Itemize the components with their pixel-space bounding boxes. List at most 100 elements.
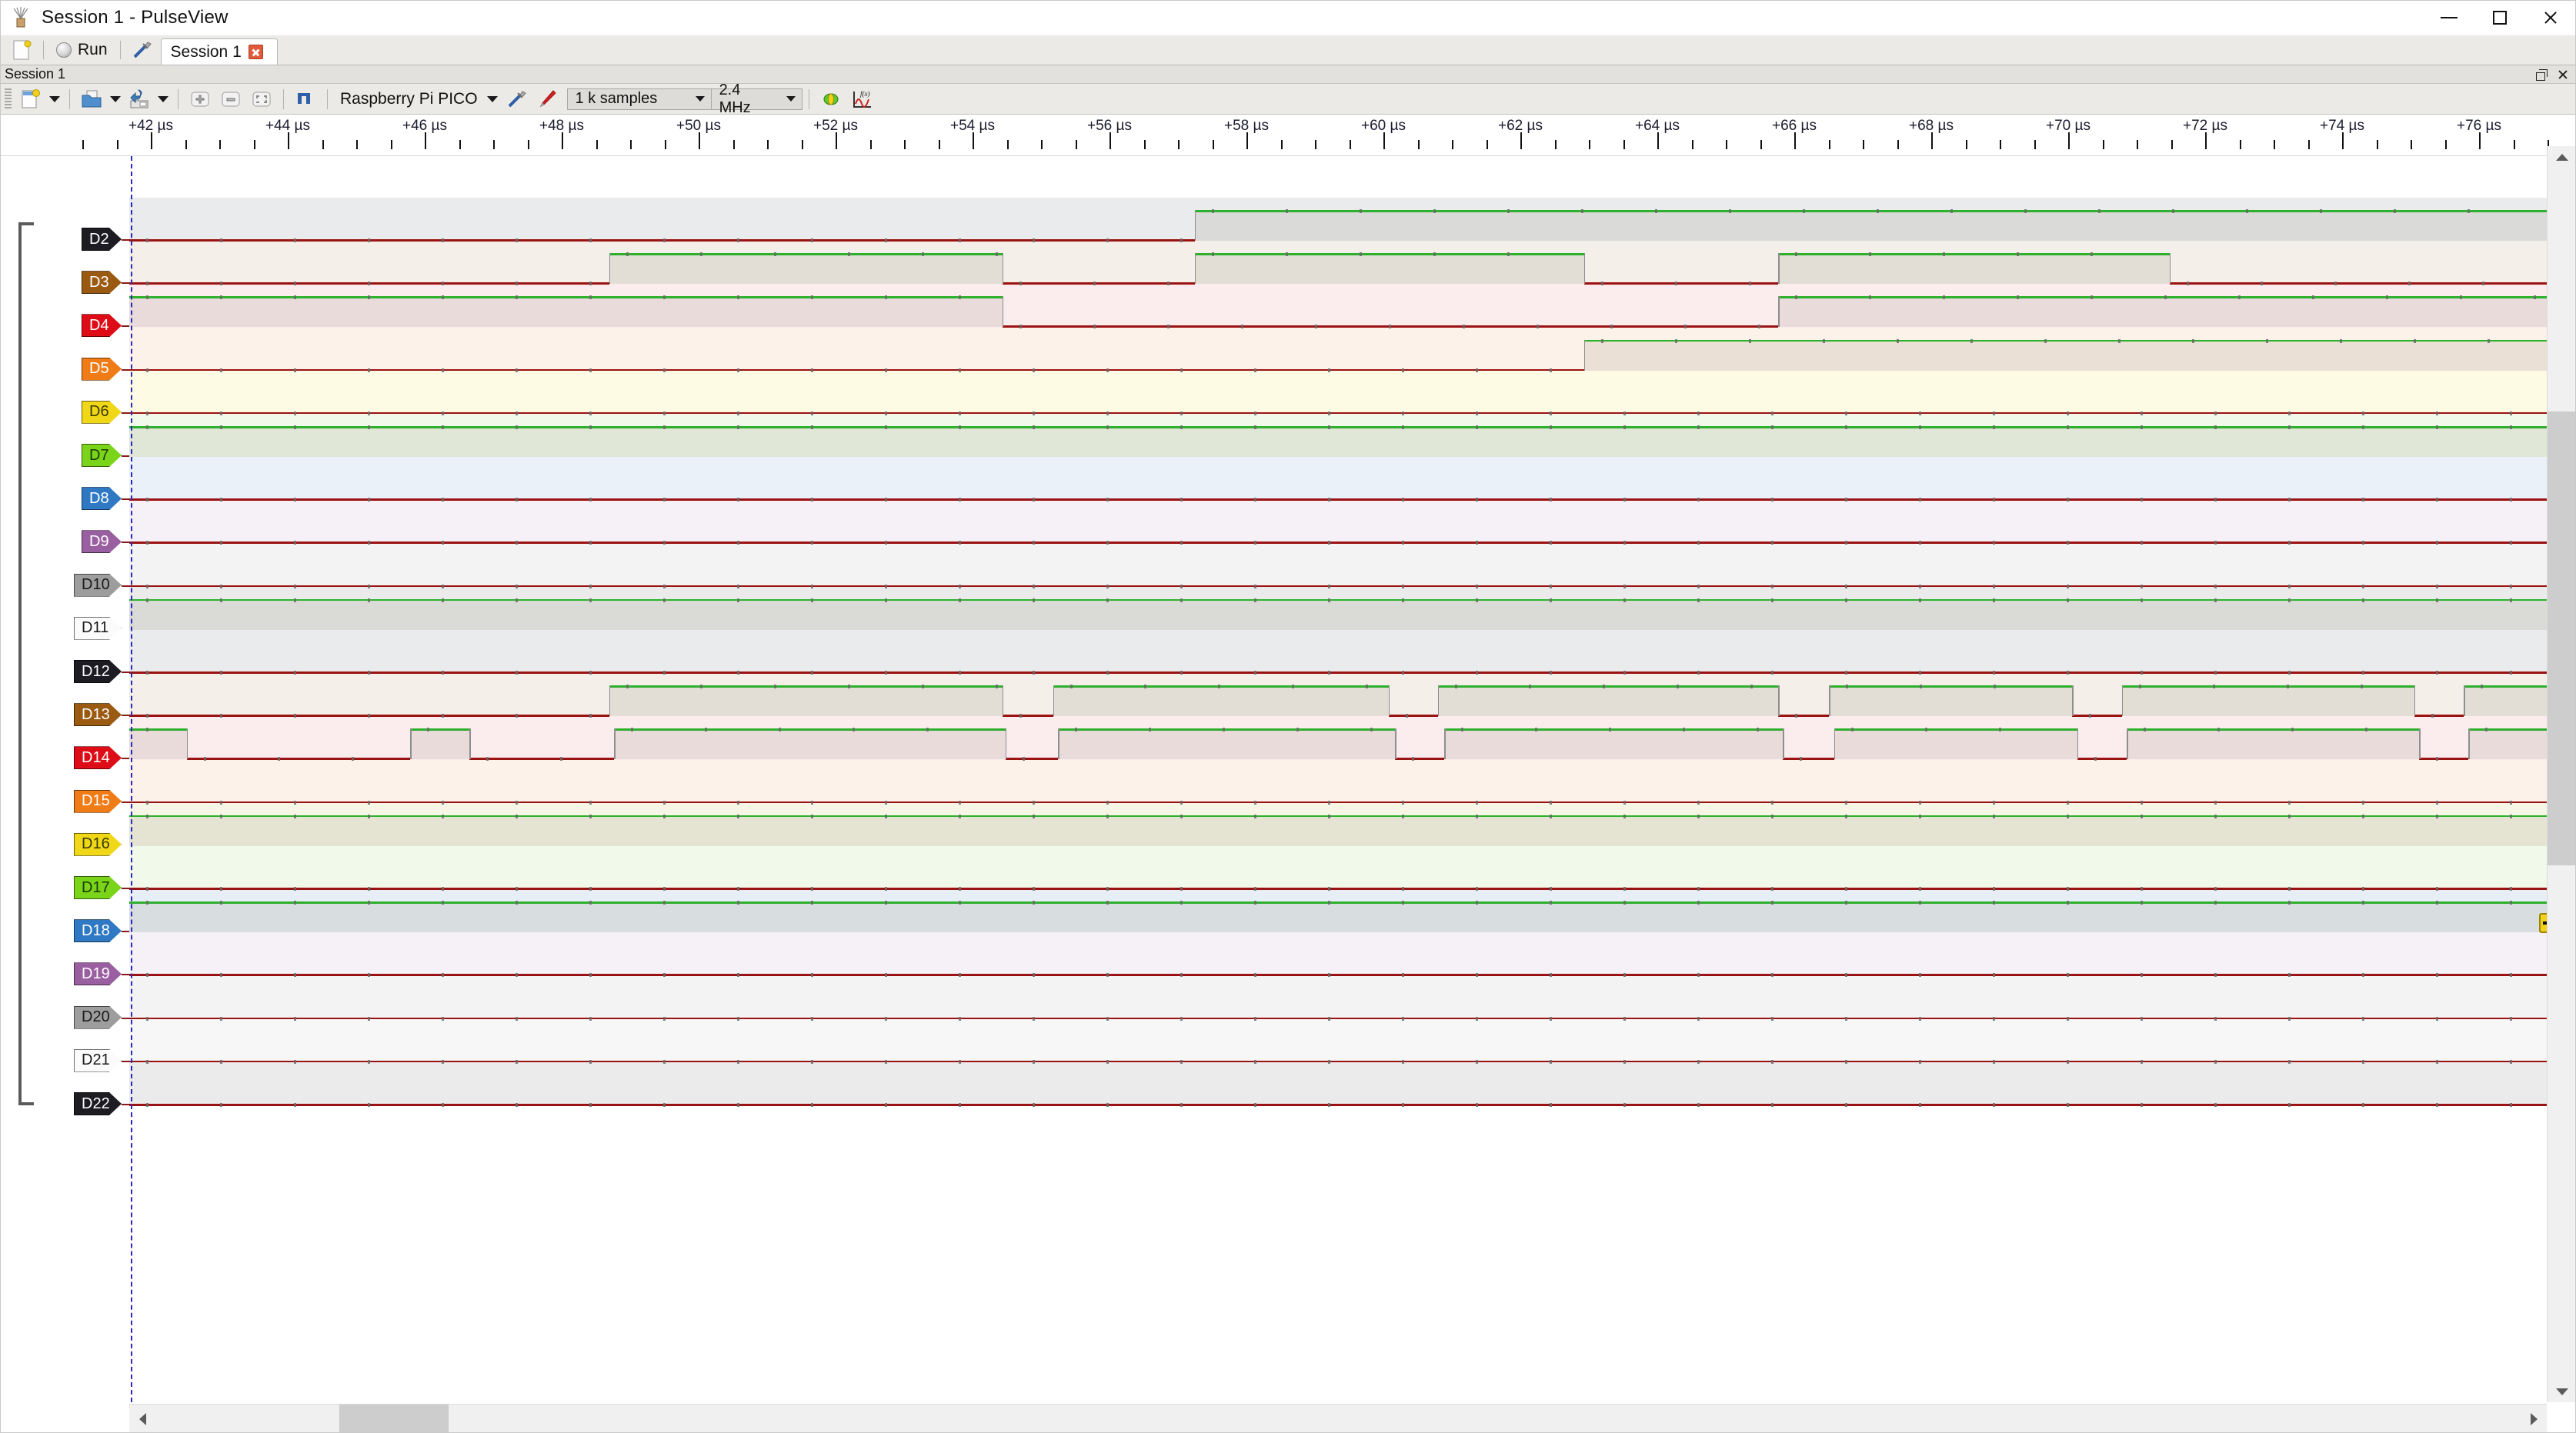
channel-label-d8[interactable]: D8 (82, 487, 122, 510)
minimize-button[interactable] (2424, 0, 2474, 36)
new-file-dropdown[interactable] (46, 86, 63, 112)
ruler-label: +44 µs (265, 118, 310, 134)
zoom-fit-button[interactable] (246, 86, 277, 112)
sample-point (2288, 498, 2291, 502)
open-folder-button[interactable] (76, 86, 107, 112)
ruler-label: +42 µs (128, 118, 173, 134)
ruler-minor-tick (219, 140, 221, 149)
tab-session-1[interactable]: Session 1 (160, 38, 278, 65)
device-selector-label[interactable]: Raspberry Pi PICO (334, 90, 484, 108)
channel-label-d17[interactable]: D17 (74, 876, 122, 899)
trigger-marker[interactable] (2539, 913, 2547, 933)
channel-label-d16[interactable]: D16 (74, 833, 122, 856)
sample-point (294, 425, 296, 429)
scroll-up-icon[interactable] (2548, 146, 2576, 168)
sample-point (811, 1059, 813, 1064)
channel-label-d7[interactable]: D7 (82, 444, 122, 467)
sample-point (220, 973, 222, 978)
channel-label-d6[interactable]: D6 (82, 401, 122, 424)
device-selector-dropdown[interactable] (484, 86, 501, 112)
save-dropdown[interactable] (155, 86, 172, 112)
trigger-button[interactable] (290, 86, 321, 112)
sample-point (589, 901, 592, 905)
probe-button[interactable] (532, 86, 562, 112)
scroll-right-icon[interactable] (2521, 1405, 2547, 1433)
channel-label-d12[interactable]: D12 (74, 660, 122, 683)
sample-point (1402, 973, 1404, 978)
sample-point (1943, 252, 1945, 257)
sample-point (1359, 252, 1362, 257)
scroll-down-icon[interactable] (2548, 1381, 2576, 1402)
ruler-major-tick (562, 132, 563, 149)
math-signal-button[interactable]: f(x) (846, 86, 877, 112)
channel-label-d19[interactable]: D19 (74, 962, 122, 985)
channel-label-d18[interactable]: D18 (74, 919, 122, 942)
sample-point (220, 598, 222, 602)
channel-label-d21[interactable]: D21 (74, 1049, 122, 1072)
sample-point (1166, 282, 1170, 286)
sample-point (1143, 685, 1146, 689)
channel-label-d2[interactable]: D2 (82, 228, 122, 251)
sample-point (737, 295, 739, 300)
sample-point (1402, 584, 1404, 588)
channel-label-d20[interactable]: D20 (74, 1006, 122, 1029)
sample-point (220, 714, 222, 718)
sample-point (2436, 1016, 2438, 1021)
vertical-scrollbar[interactable] (2547, 146, 2576, 1402)
vertical-scrollbar-thumb[interactable] (2548, 412, 2576, 865)
sample-point (811, 901, 813, 905)
channel-label-d10[interactable]: D10 (74, 574, 122, 597)
sample-point (2024, 209, 2027, 213)
channel-label-d15[interactable]: D15 (74, 790, 122, 813)
toolbar-separator (178, 88, 179, 109)
sample-point (1623, 901, 1626, 905)
panel-close-icon[interactable] (2558, 69, 2568, 80)
sample-point (737, 541, 739, 545)
settings-button[interactable] (125, 37, 158, 63)
horizontal-scrollbar[interactable] (129, 1404, 2547, 1433)
zoom-in-button[interactable] (185, 86, 215, 112)
save-button[interactable] (124, 86, 155, 112)
ruler-minor-tick (2274, 140, 2275, 149)
new-file-button[interactable] (15, 86, 46, 112)
sample-point (885, 498, 887, 502)
channel-label-d13[interactable]: D13 (74, 703, 122, 726)
sample-point (1402, 1016, 1404, 1021)
sample-point (2214, 814, 2217, 818)
sample-rate-combo[interactable]: 2.4 MHz (711, 82, 802, 116)
sample-point (1748, 338, 1751, 343)
sample-point (1623, 498, 1626, 502)
horizontal-scrollbar-thumb[interactable] (339, 1405, 449, 1433)
scroll-left-icon[interactable] (129, 1405, 155, 1433)
sample-point (1845, 800, 1847, 805)
decoder-button[interactable] (816, 86, 846, 112)
channel-label-d5[interactable]: D5 (82, 358, 122, 381)
channel-label-d9[interactable]: D9 (82, 530, 122, 553)
time-ruler[interactable]: +42 µs +44 µs +46 µs +48 µs +50 µs +52 µs +54 … (0, 115, 2576, 156)
sample-point (1846, 685, 1849, 689)
open-folder-dropdown[interactable] (107, 86, 124, 112)
sample-point (1476, 901, 1478, 905)
maximize-button[interactable] (2474, 0, 2525, 36)
trace-column[interactable] (129, 156, 2547, 1402)
close-button[interactable] (2525, 0, 2576, 36)
channel-label-d22[interactable]: D22 (74, 1092, 122, 1115)
channel-label-d14[interactable]: D14 (74, 746, 122, 769)
run-button[interactable]: Run (48, 37, 115, 63)
tab-close-icon[interactable] (248, 45, 263, 59)
device-config-button[interactable] (501, 86, 532, 112)
channel-label-d4[interactable]: D4 (82, 314, 122, 337)
time-cursor[interactable] (131, 156, 132, 1402)
zoom-out-button[interactable] (215, 86, 246, 112)
toolbar-grip[interactable] (5, 88, 12, 110)
sample-point (2067, 1059, 2069, 1064)
channel-label-d3[interactable]: D3 (82, 271, 122, 294)
new-session-button[interactable] (6, 37, 38, 63)
sample-count-combo[interactable]: 1 k samples (566, 88, 712, 110)
sample-point (811, 238, 813, 242)
sample-point (1550, 498, 1552, 502)
undock-icon[interactable] (2536, 68, 2548, 81)
channel-label-d11[interactable]: D11 (74, 617, 122, 640)
sample-point (368, 238, 370, 242)
sample-point (2436, 498, 2438, 502)
